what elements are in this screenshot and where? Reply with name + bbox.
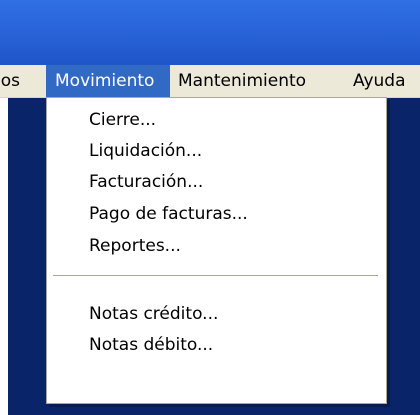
movimiento-dropdown: Cierre... Liquidación... Facturación... …: [46, 97, 387, 404]
menu-item-facturacion[interactable]: Facturación...: [47, 167, 386, 197]
menu-ayuda[interactable]: Ayuda: [345, 65, 414, 97]
menu-item-cierre[interactable]: Cierre...: [47, 105, 386, 135]
menu-item-notas-debito[interactable]: Notas débito...: [47, 330, 386, 360]
title-bar: [0, 0, 420, 65]
menu-mantenimiento[interactable]: Mantenimiento: [170, 65, 314, 97]
menu-partial-item[interactable]: ios: [0, 65, 28, 97]
menu-item-reportes[interactable]: Reportes...: [47, 231, 386, 261]
menu-item-liquidacion[interactable]: Liquidación...: [47, 136, 386, 166]
menu-movimiento[interactable]: Movimiento: [46, 65, 170, 97]
menu-item-pago-de-facturas[interactable]: Pago de facturas...: [47, 199, 386, 229]
application-window: ios Movimiento Mantenimiento Ayuda Cierr…: [0, 0, 420, 415]
menu-bar: ios Movimiento Mantenimiento Ayuda: [0, 65, 420, 98]
menu-item-notas-credito[interactable]: Notas crédito...: [47, 299, 386, 329]
menu-separator: [53, 275, 378, 277]
